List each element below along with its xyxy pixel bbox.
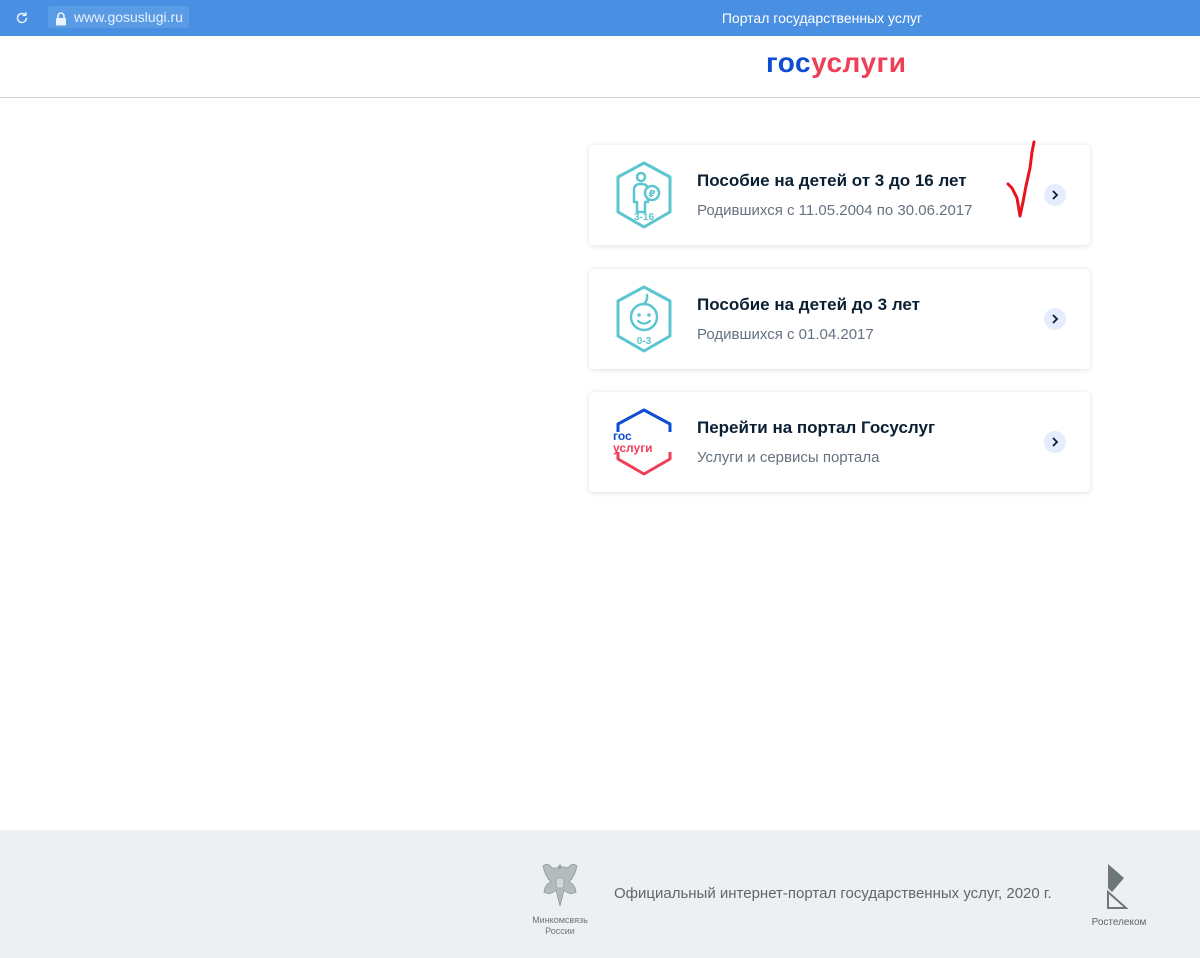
icon-label-uslugi: услуги bbox=[613, 441, 653, 455]
baby-face-icon: 0-3 bbox=[611, 284, 677, 354]
reload-icon[interactable] bbox=[12, 8, 32, 28]
card-subtitle: Родившихся с 01.04.2017 bbox=[697, 326, 874, 343]
ministry-name-line2: России bbox=[545, 926, 575, 936]
browser-bar: www.gosuslugi.ru Портал государственных … bbox=[0, 0, 1200, 36]
site-header: госуслуги bbox=[0, 36, 1200, 98]
icon-label-0-3: 0-3 bbox=[637, 336, 652, 347]
chevron-right-icon[interactable] bbox=[1044, 431, 1066, 453]
child-ruble-icon: ₽ 3-16 bbox=[611, 160, 677, 230]
handwritten-checkmark-icon bbox=[1004, 138, 1044, 222]
card-title: Пособие на детей до 3 лет bbox=[697, 295, 920, 314]
rostelecom-label: Ростелеком bbox=[1091, 917, 1147, 928]
card-go-to-portal[interactable]: гос услуги Перейти на портал Госуслуг Ус… bbox=[589, 392, 1090, 492]
url-text: www.gosuslugi.ru bbox=[74, 9, 183, 25]
ministry-name-line1: Минкомсвязь bbox=[532, 915, 588, 925]
logo-part-gos: гос bbox=[766, 47, 812, 78]
card-subtitle: Родившихся с 11.05.2004 по 30.06.2017 bbox=[697, 202, 973, 219]
ministry-emblem: Минкомсвязь России bbox=[527, 858, 593, 938]
page-title: Портал государственных услуг bbox=[721, 10, 923, 26]
card-title: Перейти на портал Госуслуг bbox=[697, 418, 936, 437]
gosuslugi-logo[interactable]: госуслуги bbox=[766, 47, 906, 79]
rostelecom-logo[interactable]: Ростелеком bbox=[1084, 864, 1154, 928]
footer: Минкомсвязь России Официальный интернет-… bbox=[0, 830, 1200, 958]
card-subtitle: Услуги и сервисы портала bbox=[697, 449, 880, 466]
chevron-right-icon[interactable] bbox=[1044, 308, 1066, 330]
card-benefit-0-3[interactable]: 0-3 Пособие на детей до 3 лет Родившихся… bbox=[589, 269, 1090, 369]
footer-copyright: Официальный интернет-портал государствен… bbox=[614, 885, 1052, 902]
double-headed-eagle-icon bbox=[542, 864, 578, 907]
icon-label-3-16: 3-16 bbox=[634, 212, 654, 223]
card-title: Пособие на детей от 3 до 16 лет bbox=[697, 171, 967, 190]
svg-text:₽: ₽ bbox=[649, 189, 656, 200]
logo-part-uslugi: услуги bbox=[811, 47, 907, 78]
lock-icon bbox=[55, 10, 67, 32]
rostelecom-icon bbox=[1107, 864, 1129, 909]
gosuslugi-logo-icon: гос услуги bbox=[611, 407, 677, 477]
address-bar[interactable]: www.gosuslugi.ru bbox=[48, 6, 189, 28]
chevron-right-icon[interactable] bbox=[1044, 184, 1066, 206]
